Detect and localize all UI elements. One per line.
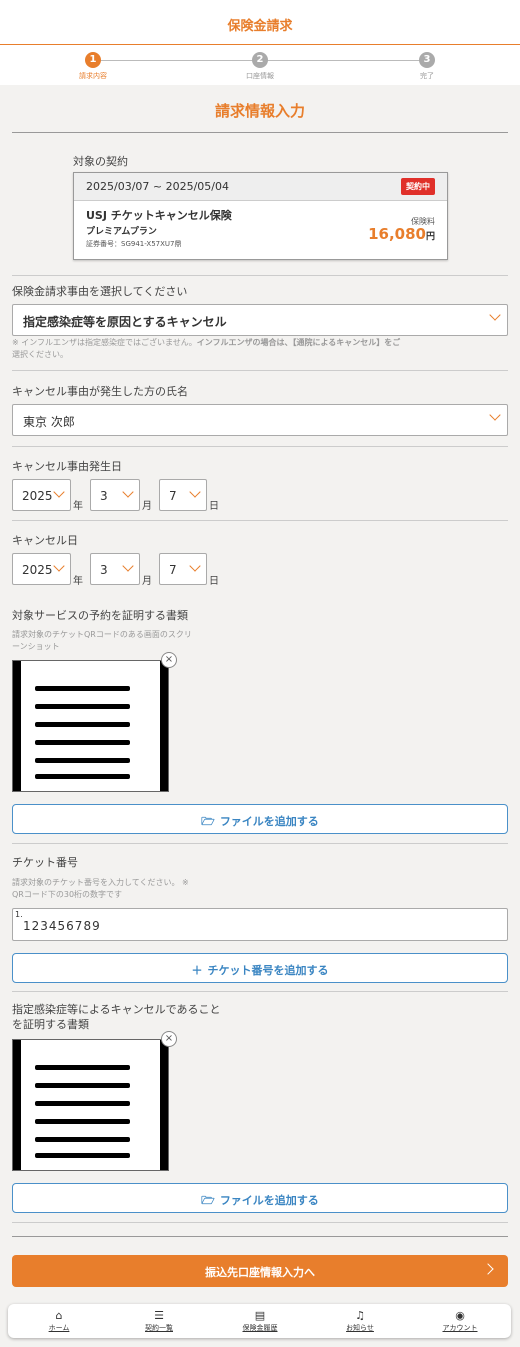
add-file-button[interactable]: 🗁 ファイルを追加する: [12, 804, 508, 834]
year-unit: 年: [73, 576, 83, 587]
infection-doc-label: 指定感染症等によるキャンセルであること を証明する書類: [12, 1003, 221, 1031]
ticket-number-input[interactable]: 1. 123456789: [12, 908, 508, 941]
account-icon: ◉: [455, 1309, 465, 1322]
app-header: 保険金請求: [0, 0, 520, 45]
contract-plan: プレミアムプラン: [86, 227, 157, 237]
occur-day-select[interactable]: 7: [159, 479, 207, 511]
step-label: 口座情報: [246, 72, 274, 80]
list-icon: ☰: [154, 1309, 164, 1322]
tab-home[interactable]: ⌂ ホーム: [19, 1309, 99, 1333]
reservation-doc-note: 請求対象のチケットQRコードのある画面のスクリ ーンショット: [12, 630, 192, 651]
chevron-down-icon: [55, 488, 63, 496]
divider: [12, 1236, 508, 1237]
divider: [12, 132, 508, 133]
ticket-index: 1.: [15, 910, 23, 919]
remove-file-button[interactable]: ×: [161, 652, 177, 668]
contract-period: 2025/03/07 ~ 2025/05/04: [74, 173, 447, 201]
occur-date-label: キャンセル事由発生日: [12, 460, 122, 473]
tab-notifications[interactable]: ♫ お知らせ: [320, 1309, 400, 1333]
person-select[interactable]: 東京 次郎: [12, 404, 508, 436]
ticket-note: 請求対象のチケット番号を入力してください。 ※ QRコード下の30桁の数字です: [12, 878, 189, 899]
reason-select[interactable]: 指定感染症等を原因とするキャンセル: [12, 304, 508, 336]
page-title: 保険金請求: [227, 19, 293, 34]
divider: [12, 1222, 508, 1223]
divider: [12, 370, 508, 371]
cancel-day-select[interactable]: 7: [159, 553, 207, 585]
uploaded-image-thumbnail[interactable]: [12, 1039, 169, 1171]
day-unit: 日: [209, 576, 219, 587]
folder-open-icon: 🗁: [201, 1194, 215, 1207]
home-icon: ⌂: [55, 1309, 63, 1322]
divider: [12, 275, 508, 276]
chevron-down-icon: [55, 562, 63, 570]
step-1: 1 請求内容: [43, 52, 143, 81]
folder-open-icon: 🗁: [201, 815, 215, 828]
person-label: キャンセル事由が発生した方の氏名: [12, 385, 188, 398]
remove-file-button[interactable]: ×: [161, 1031, 177, 1047]
tab-contracts[interactable]: ☰ 契約一覧: [119, 1309, 199, 1333]
month-unit: 月: [142, 576, 152, 587]
step-label: 請求内容: [79, 72, 107, 80]
contract-label: 対象の契約: [73, 155, 128, 168]
occur-month-select[interactable]: 3: [90, 479, 140, 511]
occur-year-select[interactable]: 2025: [12, 479, 71, 511]
add-ticket-button[interactable]: ＋チケット番号を追加する: [12, 953, 508, 983]
ticket-label: チケット番号: [12, 856, 78, 869]
reservation-doc-label: 対象サービスの予約を証明する書類: [12, 609, 188, 622]
bell-icon: ♫: [355, 1309, 365, 1322]
divider: [12, 520, 508, 521]
document-history-icon: ▤: [254, 1309, 266, 1322]
section-title: 請求情報入力: [214, 102, 305, 120]
contract-name: USJ チケットキャンセル保険: [86, 209, 232, 222]
chevron-down-icon: [491, 311, 499, 319]
tab-account[interactable]: ◉ アカウント: [420, 1309, 500, 1333]
chevron-down-icon: [491, 411, 499, 419]
contract-card[interactable]: 2025/03/07 ~ 2025/05/04 契約中 USJ チケットキャンセ…: [73, 172, 448, 260]
divider: [12, 991, 508, 992]
step-2: 2 口座情報: [210, 52, 310, 81]
ticket-value: 123456789: [23, 919, 101, 933]
step-number: 3: [419, 52, 435, 68]
next-button[interactable]: 振込先口座情報入力へ: [12, 1255, 508, 1287]
premium-amount: 16,080円: [368, 225, 435, 243]
step-indicator: 1 請求内容 2 口座情報 3 完了: [0, 45, 520, 85]
divider: [12, 446, 508, 447]
tab-claim-history[interactable]: ▤ 保険金履歴: [220, 1309, 300, 1333]
cancel-month-select[interactable]: 3: [90, 553, 140, 585]
cancel-year-select[interactable]: 2025: [12, 553, 71, 585]
step-label: 完了: [420, 72, 434, 80]
divider: [12, 843, 508, 844]
bottom-tab-bar: ⌂ ホーム ☰ 契約一覧 ▤ 保険金履歴 ♫ お知らせ ◉ アカウント: [8, 1304, 511, 1338]
chevron-down-icon: [191, 562, 199, 570]
chevron-right-icon: [482, 1263, 494, 1275]
reason-note: ※ インフルエンザは指定感染症ではございません。インフルエンザの場合は、【通院に…: [12, 338, 401, 359]
chevron-down-icon: [124, 488, 132, 496]
day-unit: 日: [209, 501, 219, 512]
step-3: 3 完了: [377, 52, 477, 81]
year-unit: 年: [73, 501, 83, 512]
plus-icon: ＋: [191, 964, 203, 977]
step-number: 1: [85, 52, 101, 68]
add-file-button[interactable]: 🗁 ファイルを追加する: [12, 1183, 508, 1213]
chevron-down-icon: [124, 562, 132, 570]
uploaded-image-thumbnail[interactable]: [12, 660, 169, 792]
certificate-number: 証券番号：SG941-X57XU7鼎: [86, 240, 182, 248]
step-number: 2: [252, 52, 268, 68]
reason-label: 保険金請求事由を選択してください: [12, 285, 188, 298]
chevron-down-icon: [191, 488, 199, 496]
cancel-date-label: キャンセル日: [12, 534, 78, 547]
status-badge: 契約中: [401, 178, 435, 195]
month-unit: 月: [142, 501, 152, 512]
